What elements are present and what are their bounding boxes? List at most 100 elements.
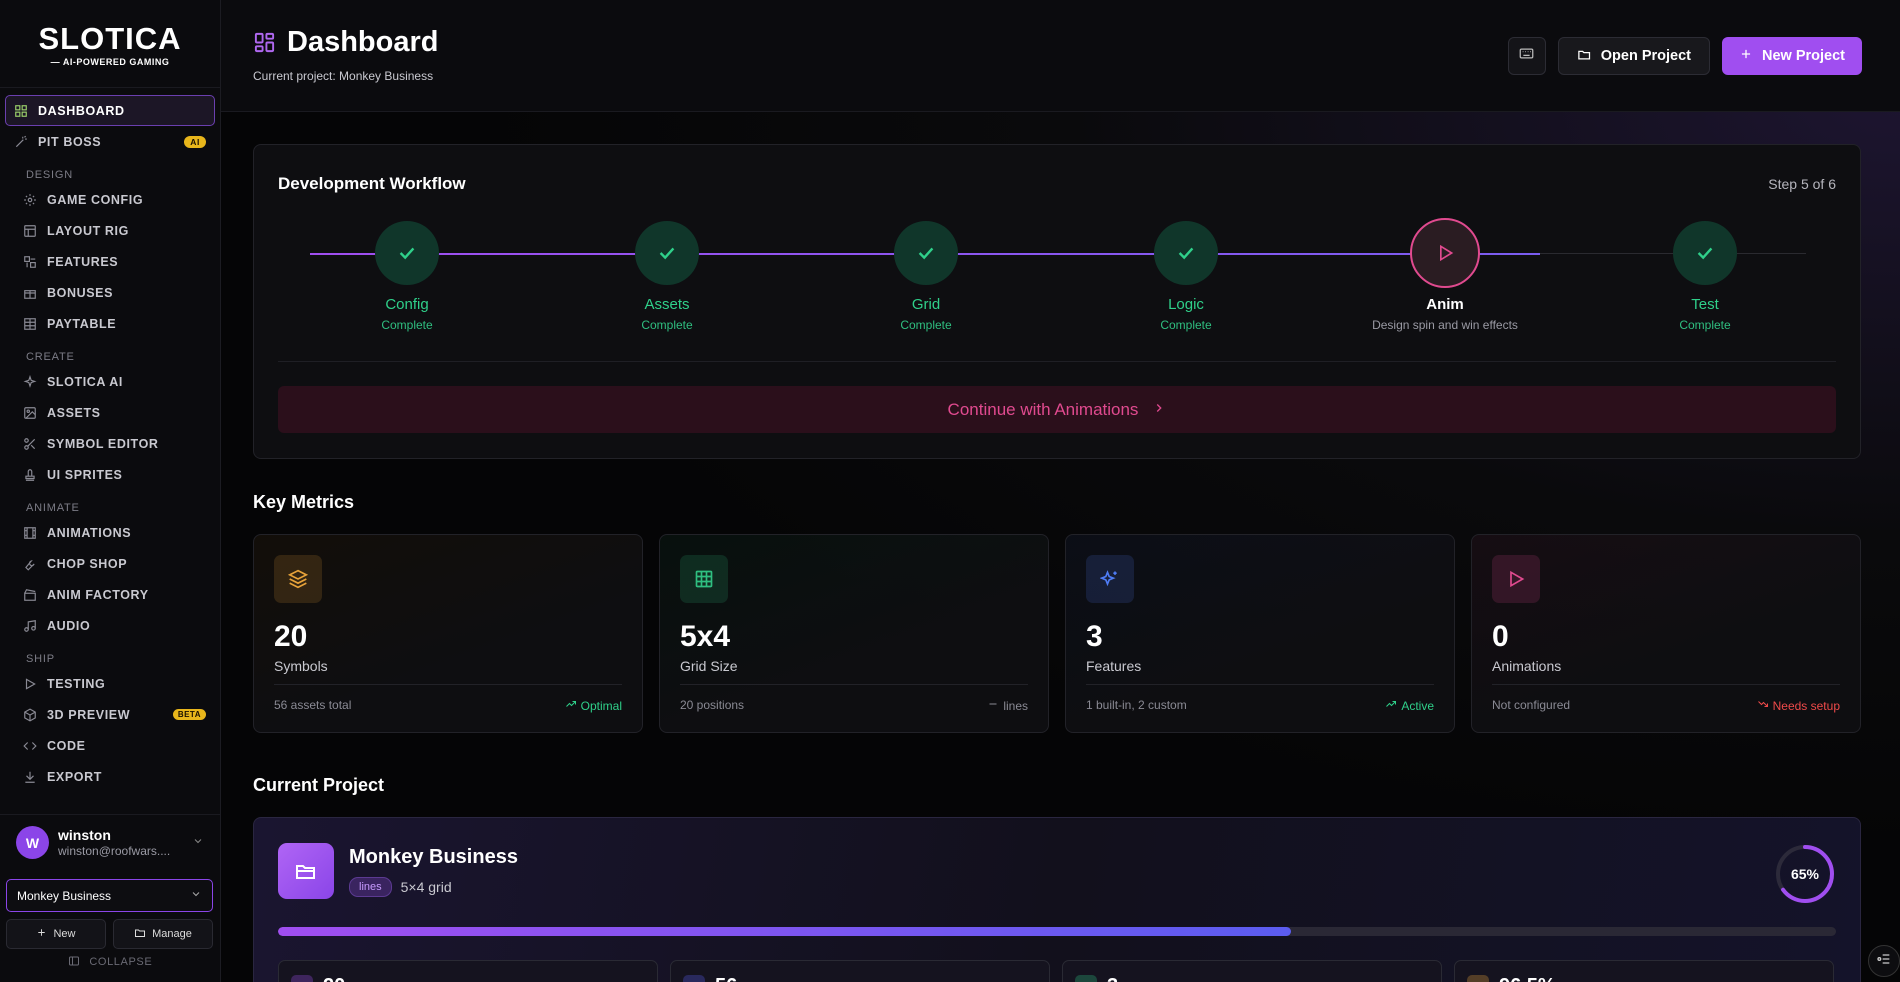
workflow-step-grid[interactable]: Grid Complete xyxy=(826,221,1026,332)
metric-card-features[interactable]: 3 Features 1 built-in, 2 custom Active xyxy=(1065,534,1455,733)
step-status: Complete xyxy=(1160,318,1212,332)
brand-tagline: — AI-POWERED GAMING xyxy=(50,56,170,67)
trending-up-icon xyxy=(565,698,577,713)
divider xyxy=(274,684,622,685)
metric-footnote: 20 positions xyxy=(680,698,745,712)
divider xyxy=(680,684,1028,685)
user-info: winston winston@roofwars.... xyxy=(58,827,170,858)
sidebar-section-title: DESIGN xyxy=(26,169,73,181)
sidebar-item-dashboard[interactable]: DASHBOARD xyxy=(5,95,215,126)
step-name: Grid xyxy=(911,296,941,313)
step-status: Complete xyxy=(1679,318,1731,332)
new-project-small-button[interactable]: New xyxy=(6,919,106,949)
metric-trend: Optimal xyxy=(565,698,622,713)
layers-icon xyxy=(274,555,322,603)
new-project-label: New Project xyxy=(1762,48,1845,64)
sidebar-item-animations[interactable]: ANIMATIONS xyxy=(5,517,215,548)
stat-icon xyxy=(291,975,313,982)
step-name: Logic xyxy=(1168,296,1204,313)
manage-projects-button[interactable]: Manage xyxy=(113,919,213,949)
sidebar-item-bonuses[interactable]: BONUSES xyxy=(5,277,215,308)
stat-icon xyxy=(683,975,705,982)
workflow-step-assets[interactable]: Assets Complete xyxy=(567,221,767,332)
beta-badge: BETA xyxy=(172,709,206,720)
code-icon xyxy=(23,739,37,753)
sidebar-item-chop-shop[interactable]: CHOP SHOP xyxy=(5,548,215,579)
sidebar-item-label: DASHBOARD xyxy=(38,103,125,118)
metric-card-symbols[interactable]: 20 Symbols 56 assets total Optimal xyxy=(253,534,643,733)
sidebar-item-paytable[interactable]: PAYTABLE xyxy=(5,308,215,339)
sidebar-item-label: FEATURES xyxy=(47,254,119,269)
metric-card-grid-size[interactable]: 5x4 Grid Size 20 positions lines xyxy=(659,534,1049,733)
workflow-card: Development Workflow Step 5 of 6 Config C… xyxy=(253,144,1861,459)
sidebar-item-audio[interactable]: AUDIO xyxy=(5,610,215,641)
metric-label: Animations xyxy=(1492,658,1562,674)
workflow-step-anim[interactable]: Anim Design spin and win effects xyxy=(1345,218,1545,332)
sidebar-item-layout-rig[interactable]: LAYOUT RIG xyxy=(5,215,215,246)
ai-badge: AI xyxy=(184,135,206,148)
sidebar-item-slotica-ai[interactable]: SLOTICA AI xyxy=(5,366,215,397)
sidebar-item-game-config[interactable]: GAME CONFIG xyxy=(5,184,215,215)
project-select[interactable]: Monkey Business xyxy=(6,879,213,912)
continue-label: Continue with Animations xyxy=(947,399,1139,419)
project-stat-value: 56 xyxy=(715,975,737,982)
stat-icon xyxy=(1075,975,1097,982)
project-tag: lines xyxy=(349,877,392,897)
metric-card-animations[interactable]: 0 Animations Not configured Needs setup xyxy=(1471,534,1861,733)
metric-trend-label: Optimal xyxy=(580,698,622,713)
open-project-button[interactable]: Open Project xyxy=(1557,37,1710,75)
sidebar-item-symbol-editor[interactable]: SYMBOL EDITOR xyxy=(5,428,215,459)
new-project-button[interactable]: New Project xyxy=(1722,37,1862,75)
metric-label: Grid Size xyxy=(680,658,738,674)
sidebar-item-ui-sprites[interactable]: UI SPRITES xyxy=(5,459,215,490)
wrench-icon xyxy=(23,557,37,571)
brand-logo[interactable]: SLOTICA — AI-POWERED GAMING xyxy=(0,0,220,88)
sidebar-item-label: ANIMATIONS xyxy=(47,525,132,540)
cube-icon xyxy=(23,707,37,722)
page-title: Dashboard xyxy=(287,26,439,58)
sidebar-item-label: LAYOUT RIG xyxy=(47,223,129,238)
sidebar-item-pit-boss[interactable]: PIT BOSS AI xyxy=(5,126,215,157)
folder-gear-icon xyxy=(134,927,146,942)
metric-value: 3 xyxy=(1086,620,1103,653)
sidebar-item-export[interactable]: EXPORT xyxy=(5,761,215,792)
sidebar-item-label: EXPORT xyxy=(47,769,102,784)
workflow-step-config[interactable]: Config Complete xyxy=(307,221,507,332)
chevron-down-icon[interactable] xyxy=(192,835,204,850)
header-actions: Open Project New Project xyxy=(1507,37,1862,75)
metric-label: Features xyxy=(1086,658,1142,674)
sidebar-item-assets[interactable]: ASSETS xyxy=(5,397,215,428)
sidebar-item-code[interactable]: CODE xyxy=(5,730,215,761)
current-project-card[interactable]: Monkey Business lines 5×4 grid 65% 20 56 3… xyxy=(253,817,1861,982)
sidebar-item-anim-factory[interactable]: ANIM FACTORY xyxy=(5,579,215,610)
table-icon xyxy=(23,317,37,331)
metric-footnote: 56 assets total xyxy=(274,698,352,712)
sidebar-item-label: GAME CONFIG xyxy=(47,192,144,207)
sidebar-item-features[interactable]: FEATURES xyxy=(5,246,215,277)
metric-footnote: 1 built-in, 2 custom xyxy=(1086,698,1187,712)
project-grid: 5×4 grid xyxy=(400,879,452,895)
clapper-icon xyxy=(23,588,37,602)
plus-icon xyxy=(36,927,47,941)
grid-icon xyxy=(14,104,28,118)
collapse-button[interactable]: COLLAPSE xyxy=(0,955,220,968)
metric-trend-label: lines xyxy=(1003,698,1028,713)
floating-menu-button[interactable] xyxy=(1868,945,1900,977)
continue-button[interactable]: Continue with Animations xyxy=(278,386,1836,433)
sidebar-item-testing[interactable]: TESTING xyxy=(5,668,215,699)
current-project-title: Current Project xyxy=(253,775,385,795)
keyboard-shortcuts-button[interactable] xyxy=(1507,37,1546,75)
divider xyxy=(1492,684,1840,685)
chevron-down-icon xyxy=(190,888,202,903)
metric-value: 0 xyxy=(1492,620,1509,653)
user-menu[interactable]: W winston winston@roofwars.... xyxy=(0,814,220,870)
sidebar-item-label: PIT BOSS xyxy=(38,134,102,149)
step-status: Complete xyxy=(900,318,952,332)
workflow-step-logic[interactable]: Logic Complete xyxy=(1086,221,1286,332)
puzzle-icon xyxy=(23,255,37,269)
main-content: Dashboard Current project: Monkey Busine… xyxy=(221,0,1900,982)
workflow-step-test[interactable]: Test Complete xyxy=(1605,221,1805,332)
gear-icon xyxy=(23,193,37,207)
sidebar-item-3d-preview[interactable]: 3D PREVIEW BETA xyxy=(5,699,215,730)
sidebar-item-label: PAYTABLE xyxy=(47,316,117,331)
